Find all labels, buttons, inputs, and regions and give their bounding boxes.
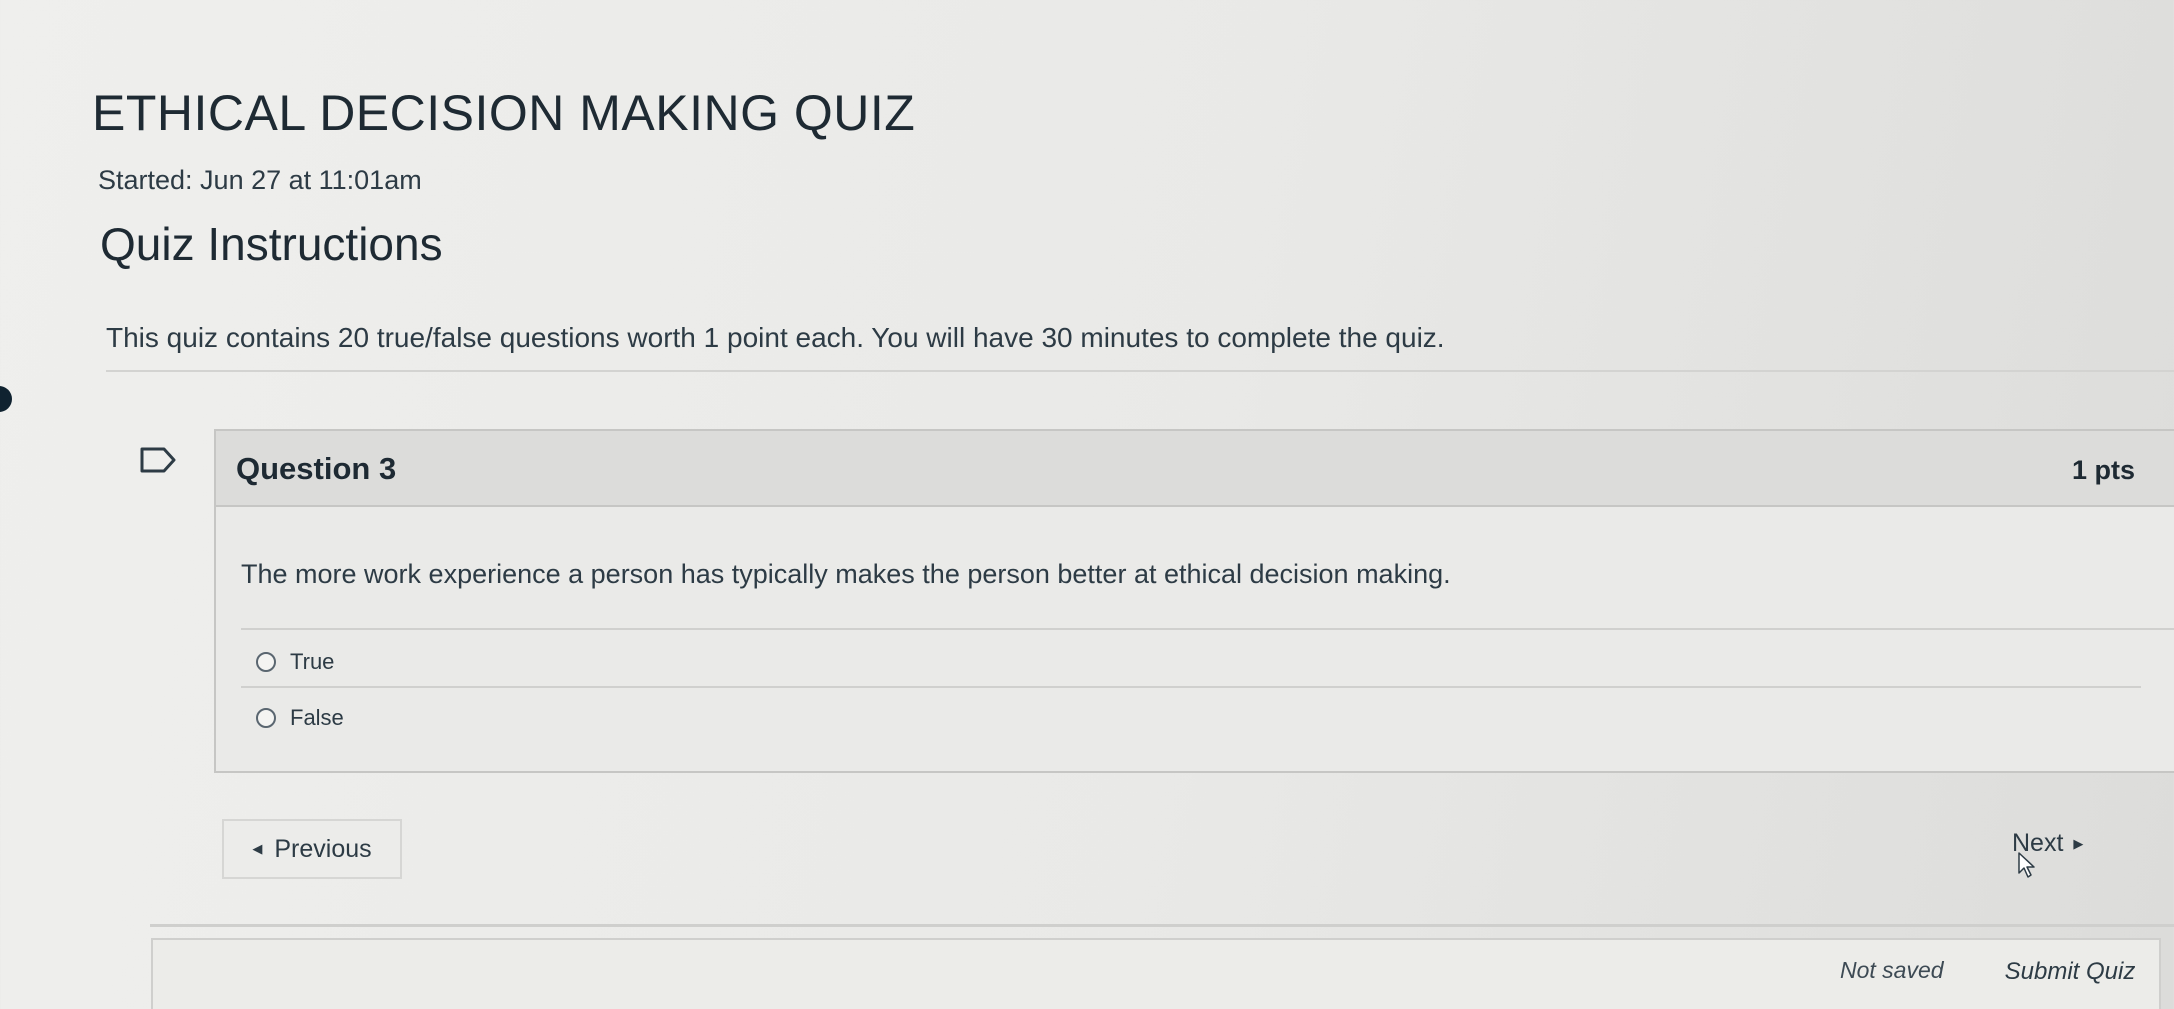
question-card: Question 3 1 pts The more work experienc… bbox=[214, 429, 2174, 773]
question-text: The more work experience a person has ty… bbox=[241, 559, 1451, 589]
instructions-heading: Quiz Instructions bbox=[100, 218, 443, 270]
answer-label-true: True bbox=[290, 649, 335, 674]
answer-label-false: False bbox=[290, 705, 344, 730]
answer-option-false[interactable]: False bbox=[256, 705, 344, 731]
footer-divider bbox=[150, 924, 2174, 927]
question-header: Question 3 1 pts bbox=[216, 431, 2174, 507]
flag-icon[interactable] bbox=[140, 447, 176, 473]
mouse-cursor-icon bbox=[2018, 852, 2035, 878]
answer-divider bbox=[241, 628, 2174, 630]
answer-divider bbox=[241, 686, 2141, 688]
left-edge-marker bbox=[0, 386, 12, 412]
quiz-started-time: Started: Jun 27 at 11:01am bbox=[98, 165, 422, 195]
previous-button[interactable]: ◀ Previous bbox=[222, 819, 402, 879]
quiz-title: ETHICAL DECISION MAKING QUIZ bbox=[92, 85, 916, 141]
radio-true[interactable] bbox=[256, 652, 276, 672]
radio-false[interactable] bbox=[256, 708, 276, 728]
question-points: 1 pts bbox=[2071, 455, 2135, 485]
save-status: Not saved bbox=[1840, 957, 1944, 983]
answer-option-true[interactable]: True bbox=[256, 649, 334, 675]
question-name: Question 3 bbox=[236, 451, 397, 486]
caret-left-icon: ◀ bbox=[252, 841, 263, 856]
submit-quiz-button[interactable]: Submit Quiz bbox=[1984, 947, 2156, 997]
instructions-text: This quiz contains 20 true/false questio… bbox=[106, 322, 1445, 353]
caret-right-icon: ▶ bbox=[2073, 835, 2084, 851]
previous-label: Previous bbox=[274, 834, 372, 863]
instructions-divider bbox=[106, 370, 2174, 372]
